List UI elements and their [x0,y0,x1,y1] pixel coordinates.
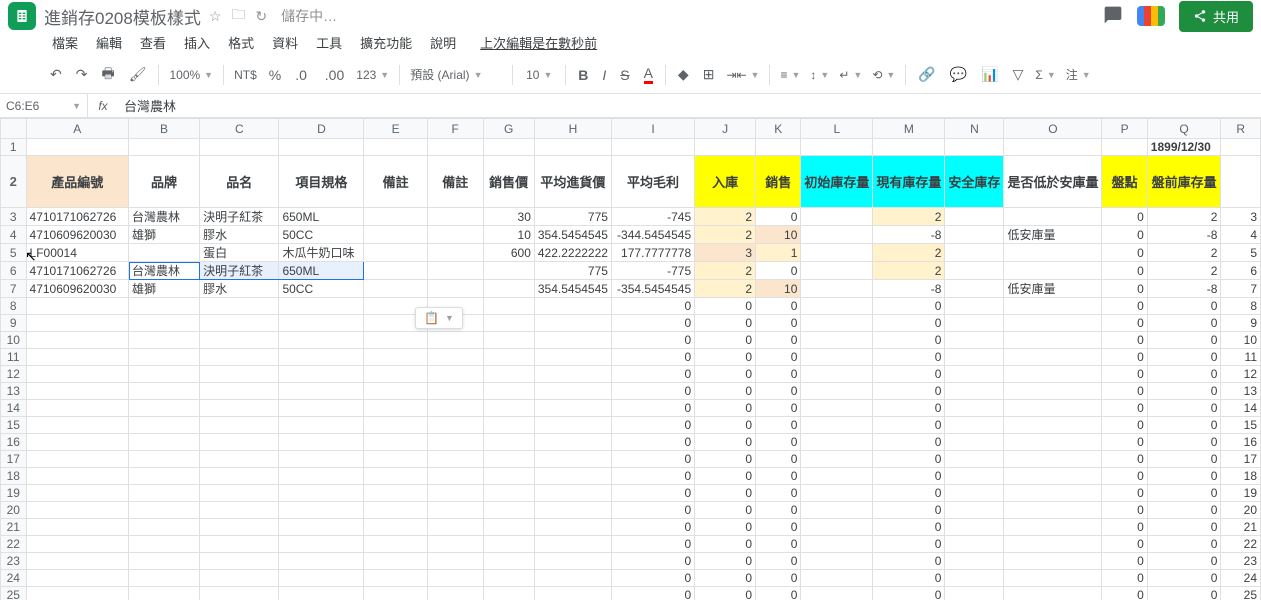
share-button[interactable]: 共用 [1179,1,1253,32]
menu-file[interactable]: 檔案 [44,29,86,56]
table-row[interactable]: 2200000022 [1,536,1261,553]
title-bar: 進銷存0208模板樣式 ☆ 🗀 ↻ 儲存中… 共用 [0,0,1261,28]
table-row[interactable]: 2300000023 [1,553,1261,570]
wrap-dropdown[interactable]: ↵▼ [835,66,866,84]
filter-button[interactable]: ▽ [1007,62,1030,87]
column-headers[interactable]: ABCDEFGHIJKLMNOPQR [1,119,1261,139]
table-row[interactable]: 1500000015 [1,417,1261,434]
menu-extensions[interactable]: 擴充功能 [352,29,420,56]
table-row[interactable]: 1600000016 [1,434,1261,451]
doc-title[interactable]: 進銷存0208模板樣式 [44,4,201,29]
merge-dropdown[interactable]: ⇥⇤▼ [722,66,763,84]
table-row[interactable]: 2500000025 [1,587,1261,600]
table-row[interactable]: 1800000018 [1,468,1261,485]
menu-insert[interactable]: 插入 [176,29,218,56]
table-row[interactable]: 2400000024 [1,570,1261,587]
undo-button[interactable]: ↶ [44,62,68,87]
bold-button[interactable]: B [572,63,594,87]
move-icon[interactable]: 🗀 [231,4,245,28]
menu-bar: 檔案 編輯 查看 插入 格式 資料 工具 擴充功能 說明 上次編輯是在數秒前 [0,28,1261,56]
paint-format-button[interactable]: 🖌 [123,62,153,87]
dec-increase-button[interactable]: .00 [319,63,350,87]
table-row[interactable]: 34710171062726台灣農林決明子紅茶650ML30775-745202… [1,208,1261,226]
functions-dropdown[interactable]: Σ▼ [1031,66,1059,84]
grid[interactable]: ABCDEFGHIJKLMNOPQR 11899/12/302產品編號品牌品名項… [0,118,1261,600]
cloud-icon: ↻ [255,8,267,25]
table-row[interactable]: 1000000010 [1,332,1261,349]
formula-bar: C6:E6▼ fx 台灣農林 [0,94,1261,118]
menu-data[interactable]: 資料 [264,29,306,56]
v-align-dropdown[interactable]: ↕▼ [806,66,833,84]
text-color-button[interactable]: A [638,61,659,88]
percent-button[interactable]: % [263,63,287,87]
menu-help[interactable]: 說明 [422,29,464,56]
table-row[interactable]: 5LF00014蛋白木瓜牛奶口味600422.2222222177.777777… [1,244,1261,262]
link-button[interactable]: 🔗 [912,62,941,87]
menu-tools[interactable]: 工具 [308,29,350,56]
font-dropdown[interactable]: 預設 (Arial)▼ [406,64,506,85]
more-formats-dropdown[interactable]: 123▼ [352,66,393,84]
italic-button[interactable]: I [596,63,612,87]
paste-options-hint[interactable]: 📋▼ [415,307,463,329]
rotate-dropdown[interactable]: ⟲▼ [868,66,899,84]
comment-button[interactable]: 💬 [944,62,973,87]
table-row[interactable]: 44710609620030雄獅膠水50CC10354.5454545-344.… [1,226,1261,244]
print-button[interactable]: 🖶 [95,59,120,91]
comments-icon[interactable] [1103,5,1123,28]
table-row[interactable]: 2000000020 [1,502,1261,519]
table-row[interactable]: 74710609620030雄獅膠水50CC354.5454545-354.54… [1,280,1261,298]
table-row[interactable]: 64710171062726台灣農林決明子紅茶650ML775-77520202… [1,262,1261,280]
table-row[interactable]: 1400000014 [1,400,1261,417]
saving-status: 儲存中… [281,6,337,26]
table-row[interactable]: 80000008 [1,298,1261,315]
table-row[interactable]: 1100000011 [1,349,1261,366]
table-row[interactable]: 2100000021 [1,519,1261,536]
h-align-dropdown[interactable]: ≡▼ [776,66,804,84]
menu-view[interactable]: 查看 [132,29,174,56]
formula-input[interactable]: 台灣農林 [118,96,1261,115]
table-row[interactable]: 1300000013 [1,383,1261,400]
name-box[interactable]: C6:E6▼ [0,94,88,118]
table-row[interactable]: 1900000019 [1,485,1261,502]
toolbar: ↶ ↷ 🖶 🖌 100%▼ NT$ % .0 .00 123▼ 預設 (Aria… [0,56,1261,94]
chart-button[interactable]: 📊 [975,62,1004,87]
menu-format[interactable]: 格式 [220,29,262,56]
table-row[interactable]: 90000009 [1,315,1261,332]
zoom-dropdown[interactable]: 100%▼ [165,66,217,84]
table-row[interactable]: 1700000017 [1,451,1261,468]
fx-icon: fx [88,99,118,113]
sheets-logo[interactable] [8,2,36,30]
redo-button[interactable]: ↷ [70,62,94,87]
borders-button[interactable]: ⊞ [697,62,721,87]
strike-button[interactable]: S [614,63,635,87]
table-row[interactable]: 1200000012 [1,366,1261,383]
last-edit-link[interactable]: 上次編輯是在數秒前 [472,29,605,56]
fill-color-button[interactable]: ◆ [672,62,695,87]
input-tools-dropdown[interactable]: 注▼ [1062,64,1095,85]
star-icon[interactable]: ☆ [209,8,222,25]
dec-decrease-button[interactable]: .0 [289,63,317,87]
meet-icon[interactable] [1137,6,1165,26]
currency-dropdown[interactable]: NT$ [230,66,261,84]
menu-edit[interactable]: 編輯 [88,29,130,56]
font-size-dropdown[interactable]: 10▼ [519,66,559,84]
